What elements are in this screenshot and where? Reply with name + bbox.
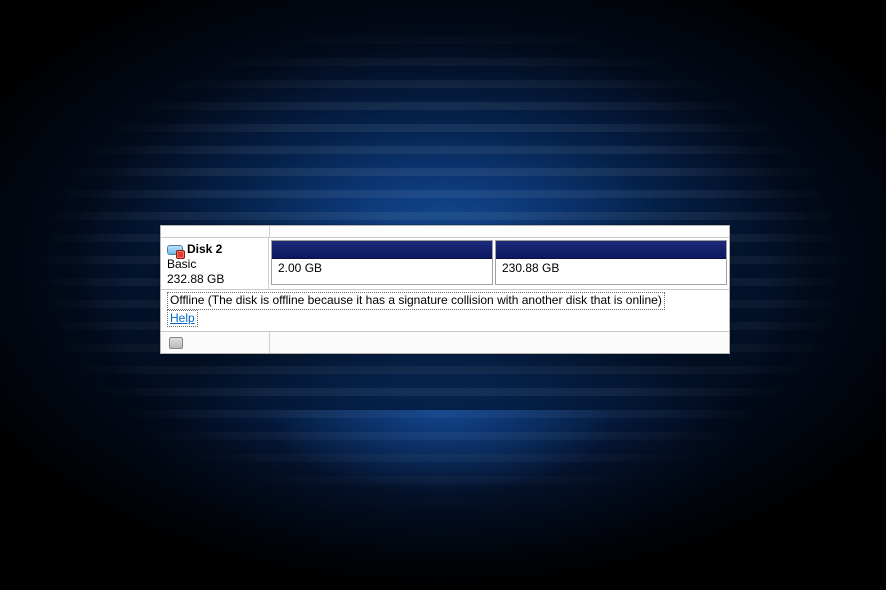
disk-title: Disk 2 <box>167 242 262 257</box>
background-floor-glow <box>0 410 886 590</box>
volume-partition-2[interactable]: 230.88 GB <box>495 240 727 285</box>
volume-size-label: 230.88 GB <box>496 259 726 279</box>
disk-row[interactable]: Disk 2 Basic 232.88 GB 2.00 GB 230.88 GB <box>161 238 729 289</box>
help-link[interactable]: Help <box>167 310 198 328</box>
disk-name-label: Disk 2 <box>187 242 222 257</box>
cdrom-icon <box>169 337 183 349</box>
panel-top-divider <box>161 226 729 238</box>
disk-status-text: Offline (The disk is offline because it … <box>167 292 665 310</box>
volume-header-bar <box>272 241 492 259</box>
disk-status-row: Offline (The disk is offline because it … <box>161 289 729 331</box>
disk-management-panel: Disk 2 Basic 232.88 GB 2.00 GB 230.88 GB… <box>160 225 730 354</box>
volume-header-bar <box>496 241 726 259</box>
next-disk-stub <box>161 331 729 353</box>
volume-size-label: 2.00 GB <box>272 259 492 279</box>
disk-offline-icon <box>167 243 183 257</box>
volume-partition-1[interactable]: 2.00 GB <box>271 240 493 285</box>
disk-info-cell[interactable]: Disk 2 Basic 232.88 GB <box>161 238 269 289</box>
volume-container: 2.00 GB 230.88 GB <box>269 238 729 289</box>
disk-capacity-label: 232.88 GB <box>167 272 262 287</box>
disk-type-label: Basic <box>167 257 262 272</box>
